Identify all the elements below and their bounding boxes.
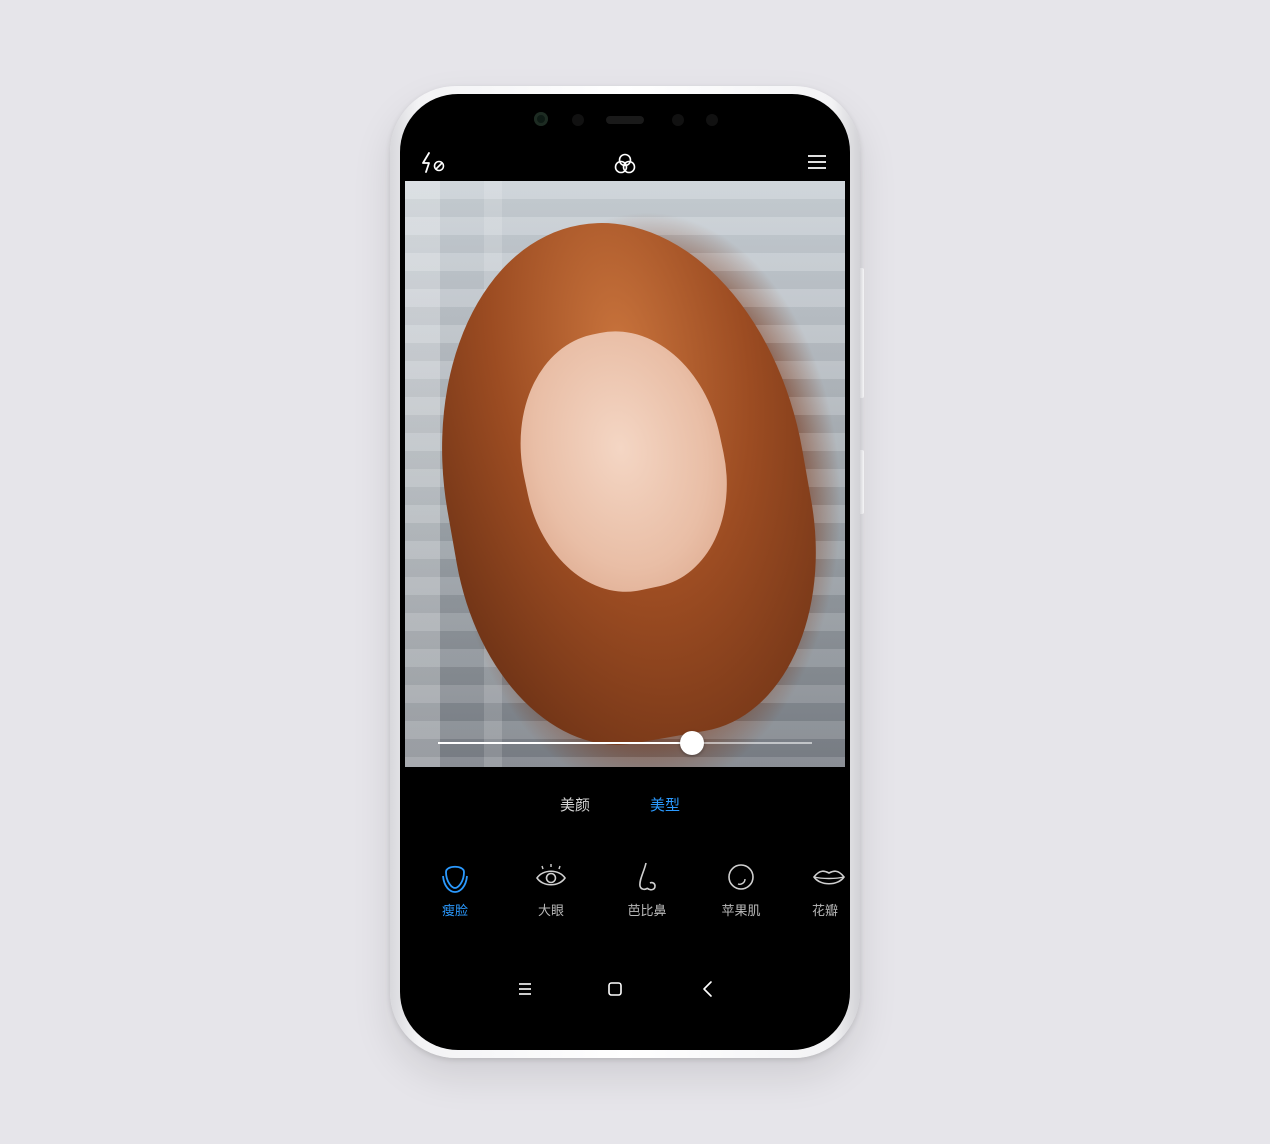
- volume-button: [860, 268, 864, 398]
- option-label: 苹果肌: [721, 904, 761, 919]
- menu-nav-icon[interactable]: [514, 978, 536, 1000]
- option-label: 瘦脸: [441, 904, 468, 919]
- tab-beauty[interactable]: 美颜: [560, 794, 590, 815]
- sensor-icon: [572, 114, 584, 126]
- filter-icon[interactable]: [613, 152, 637, 180]
- earpiece-speaker: [606, 116, 644, 124]
- option-big-eyes[interactable]: 大眼: [516, 860, 586, 919]
- menu-icon[interactable]: [807, 154, 827, 174]
- option-apple-cheek[interactable]: 苹果肌: [706, 860, 776, 919]
- front-camera-icon: [534, 112, 548, 126]
- back-icon[interactable]: [697, 978, 719, 1000]
- eye-icon: [536, 864, 566, 886]
- nose-icon: [639, 862, 656, 891]
- slider-fill: [438, 742, 693, 744]
- option-barbie-nose[interactable]: 芭比鼻: [612, 860, 682, 919]
- beauty-mode-tabs: 美颜 美型: [400, 794, 850, 818]
- flood-illuminator-icon: [706, 114, 718, 126]
- notch: [510, 94, 740, 140]
- option-petal-lips[interactable]: 花瓣: [796, 860, 850, 919]
- intensity-slider[interactable]: [438, 731, 812, 755]
- phone-frame: 美颜 美型 瘦脸 大眼 芭比鼻 苹果肌 花瓣: [390, 86, 864, 1058]
- beauty-options: 瘦脸 大眼 芭比鼻 苹果肌 花瓣: [400, 860, 850, 930]
- power-button: [860, 450, 864, 514]
- tab-shape[interactable]: 美型: [650, 794, 680, 815]
- ir-sensor-icon: [672, 114, 684, 126]
- option-label: 大眼: [537, 904, 564, 919]
- lips-icon: [813, 870, 845, 885]
- face-outline-icon: [442, 865, 468, 893]
- option-label: 花瓣: [812, 904, 839, 919]
- home-icon[interactable]: [604, 978, 626, 1000]
- camera-viewfinder[interactable]: [405, 181, 845, 767]
- phone-screen: 美颜 美型 瘦脸 大眼 芭比鼻 苹果肌 花瓣: [400, 94, 850, 1050]
- system-nav-bar: [400, 978, 850, 1000]
- flash-off-icon[interactable]: [420, 152, 446, 178]
- option-slim-face[interactable]: 瘦脸: [420, 860, 490, 919]
- camera-top-bar: [400, 144, 850, 184]
- cheek-icon: [728, 864, 754, 890]
- option-label: 芭比鼻: [627, 904, 667, 919]
